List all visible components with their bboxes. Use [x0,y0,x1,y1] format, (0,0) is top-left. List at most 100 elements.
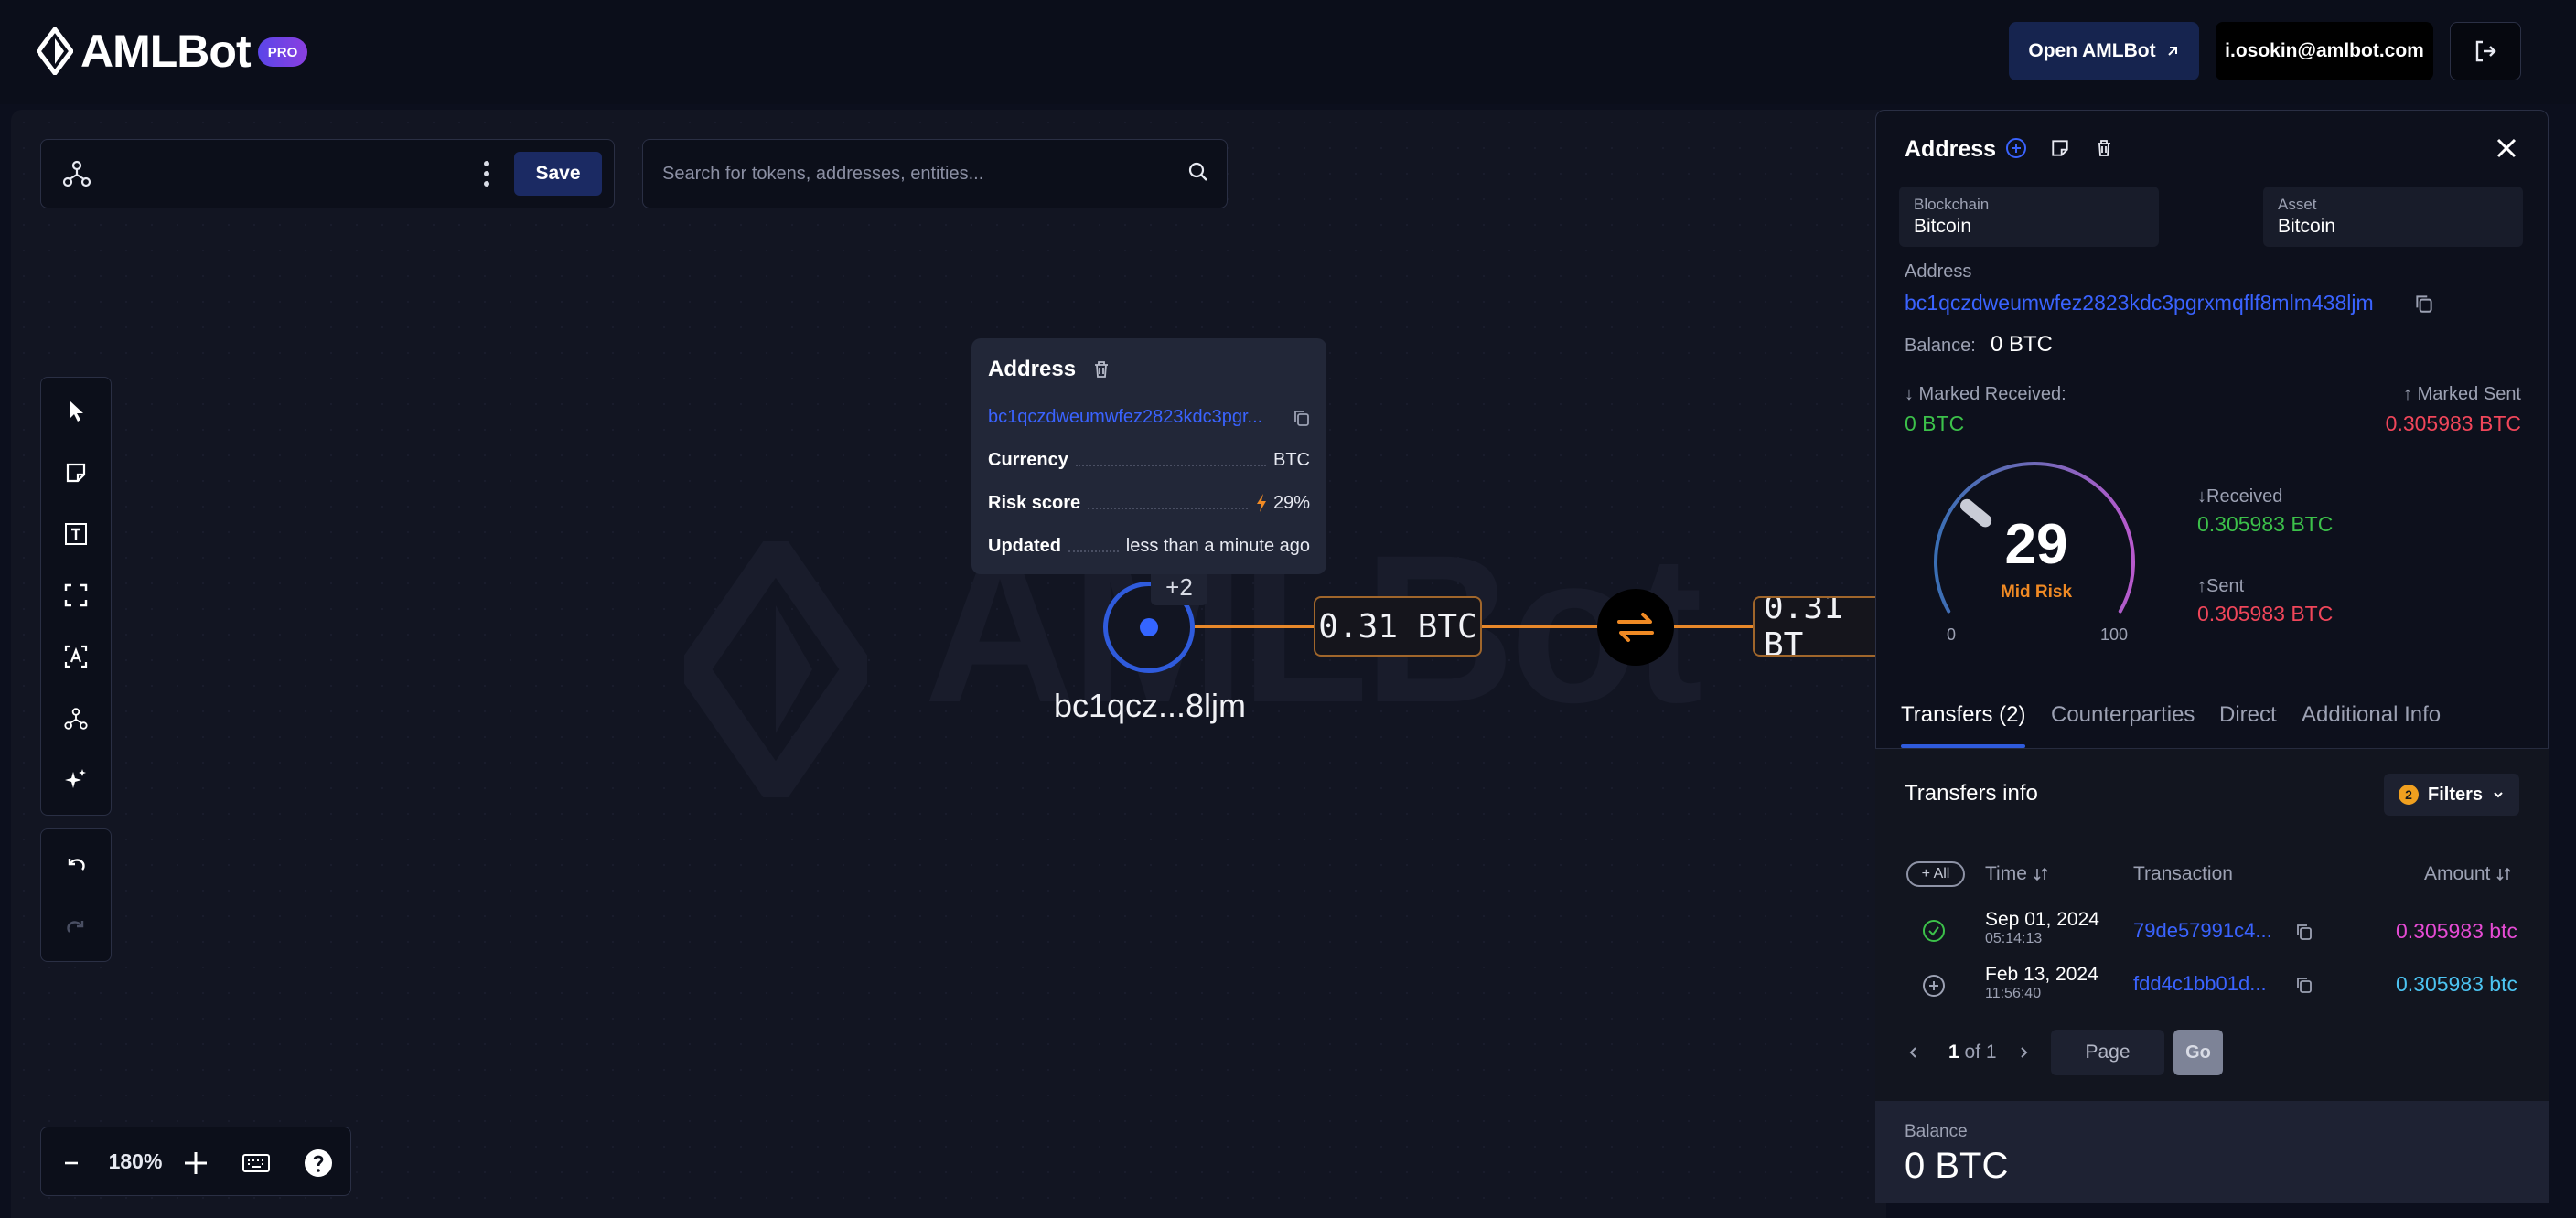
label-tool[interactable] [57,637,95,676]
footer-balance-label: Balance [1905,1122,1968,1141]
logout-button[interactable] [2450,22,2521,80]
amlbot-logo-icon [37,27,73,75]
swap-node[interactable] [1597,589,1674,666]
edge-amount-label[interactable]: 0.31 BT [1753,596,1875,657]
text-frame-icon [64,645,88,668]
marked-received-label: ↓ Marked Received: [1905,384,2066,404]
tooltip-row-updated: Updated less than a minute ago [988,532,1310,560]
tooltip-address-link[interactable]: bc1qczdweumwfez2823kdc3pgr... [988,404,1279,430]
tab-direct[interactable]: Direct [2219,695,2277,750]
next-page-button[interactable] [2016,1039,2031,1072]
marked-sent-value: 0.305983 BTC [2385,411,2521,435]
frame-select-icon [64,583,88,607]
go-button[interactable]: Go [2174,1030,2223,1075]
copy-icon[interactable] [1292,408,1312,428]
node-extra-count[interactable]: +2 [1151,569,1208,605]
frame-tool[interactable] [57,576,95,614]
transaction-hash-link[interactable]: fdd4c1bb01d... [2133,971,2267,997]
address-node-label: bc1qcz...8ljm [1053,687,1247,724]
delete-button[interactable] [2091,135,2117,161]
filters-button[interactable]: 2 Filters [2384,774,2519,816]
plus-circle-icon [2006,138,2026,158]
row-time: 05:14:13 [1985,931,2043,946]
row-date: Sep 01, 2024 [1985,909,2099,930]
edge-amount-label[interactable]: 0.31 BTC [1314,596,1482,657]
graph-edge[interactable] [1674,625,1756,628]
balance-label: Balance: [1905,336,1976,356]
add-button[interactable] [2003,135,2029,161]
pager-status: 1 of 1 [1948,1039,1997,1066]
keyboard-shortcuts-button[interactable] [240,1147,273,1180]
copy-icon[interactable] [2413,293,2435,315]
note-button[interactable] [2047,135,2073,161]
asset-field: Asset Bitcoin [2263,187,2523,247]
watermark-logo-icon [684,541,867,797]
risk-level: Mid Risk [2000,582,2073,602]
tab-additional-info[interactable]: Additional Info [2302,695,2441,750]
sparkles-icon [65,769,86,788]
blockchain-field: Blockchain Bitcoin [1899,187,2159,247]
dotted-leader [1068,550,1119,552]
tab-transfers[interactable]: Transfers (2) [1901,695,2025,750]
tooltip-value: 29% [1272,492,1310,513]
help-button[interactable] [302,1147,335,1180]
graph-layout-tool[interactable] [57,700,95,738]
tooltip-key: Risk score [988,492,1081,513]
row-check-button[interactable] [1921,918,1947,944]
note-tool[interactable] [57,454,95,492]
save-button[interactable]: Save [514,152,602,196]
blockchain-value: Bitcoin [1914,216,1972,237]
column-amount[interactable]: Amount [2424,861,2512,887]
column-time[interactable]: Time [1985,861,2049,887]
redo-button[interactable] [57,907,95,946]
copy-icon[interactable] [2294,922,2314,942]
tooltip-row-risk: Risk score 29% [988,489,1310,517]
text-tool[interactable] [57,515,95,553]
tooltip-value: BTC [1273,449,1310,470]
sent-label: ↑Sent [2197,576,2245,596]
cursor-icon [70,401,83,422]
lightning-icon [1256,494,1266,512]
current-page: 1 [1948,1042,1959,1063]
undo-button[interactable] [57,845,95,883]
pro-badge: PRO [258,37,307,67]
search-input[interactable] [662,157,1175,190]
search-icon[interactable] [1186,159,1211,185]
select-all-button[interactable]: + All [1906,861,1965,887]
logout-icon [2475,40,2496,62]
address-link[interactable]: bc1qczdweumwfez2823kdc3pgrxmqflf8mlm438l… [1905,289,2374,316]
prev-page-button[interactable] [1906,1039,1921,1072]
transaction-hash-link[interactable]: 79de57991c4... [2133,918,2272,944]
gauge-min: 0 [1947,625,1957,644]
address-node-dot [1140,618,1158,636]
asset-value: Bitcoin [2278,216,2336,237]
more-options-icon[interactable] [474,157,499,190]
user-email-button[interactable]: i.osokin@amlbot.com [2216,22,2433,80]
graph-edge[interactable] [1480,625,1599,628]
zoom-out-button[interactable] [55,1147,88,1180]
sort-icon [2034,867,2048,881]
risk-score: 29 [2004,513,2068,576]
trash-icon [2098,140,2110,156]
select-tool[interactable] [57,391,95,430]
address-label: Address [1905,262,1972,282]
row-add-button[interactable] [1921,973,1947,999]
close-icon[interactable] [2492,134,2521,163]
graph-network-icon[interactable] [60,157,93,190]
open-amlbot-button[interactable]: Open AMLBot [2009,22,2199,80]
copy-icon[interactable] [2294,975,2314,995]
page-number-input[interactable] [2051,1030,2164,1075]
table-row: Sep 01, 2024 05:14:13 [1985,909,2099,947]
graph-network-icon [64,708,88,730]
sticky-note-icon [66,463,86,483]
trash-icon[interactable] [1090,358,1112,380]
zoom-in-button[interactable] [177,1145,214,1181]
help-icon [305,1149,332,1177]
plus-icon [185,1152,207,1174]
marked-received-value: 0 BTC [1905,411,1965,435]
tab-counterparties[interactable]: Counterparties [2051,695,2195,750]
blockchain-label: Blockchain [1914,196,1990,213]
brand-name: AMLBot [80,26,252,77]
ai-tool[interactable] [57,761,95,799]
graph-edge[interactable] [1195,625,1314,628]
